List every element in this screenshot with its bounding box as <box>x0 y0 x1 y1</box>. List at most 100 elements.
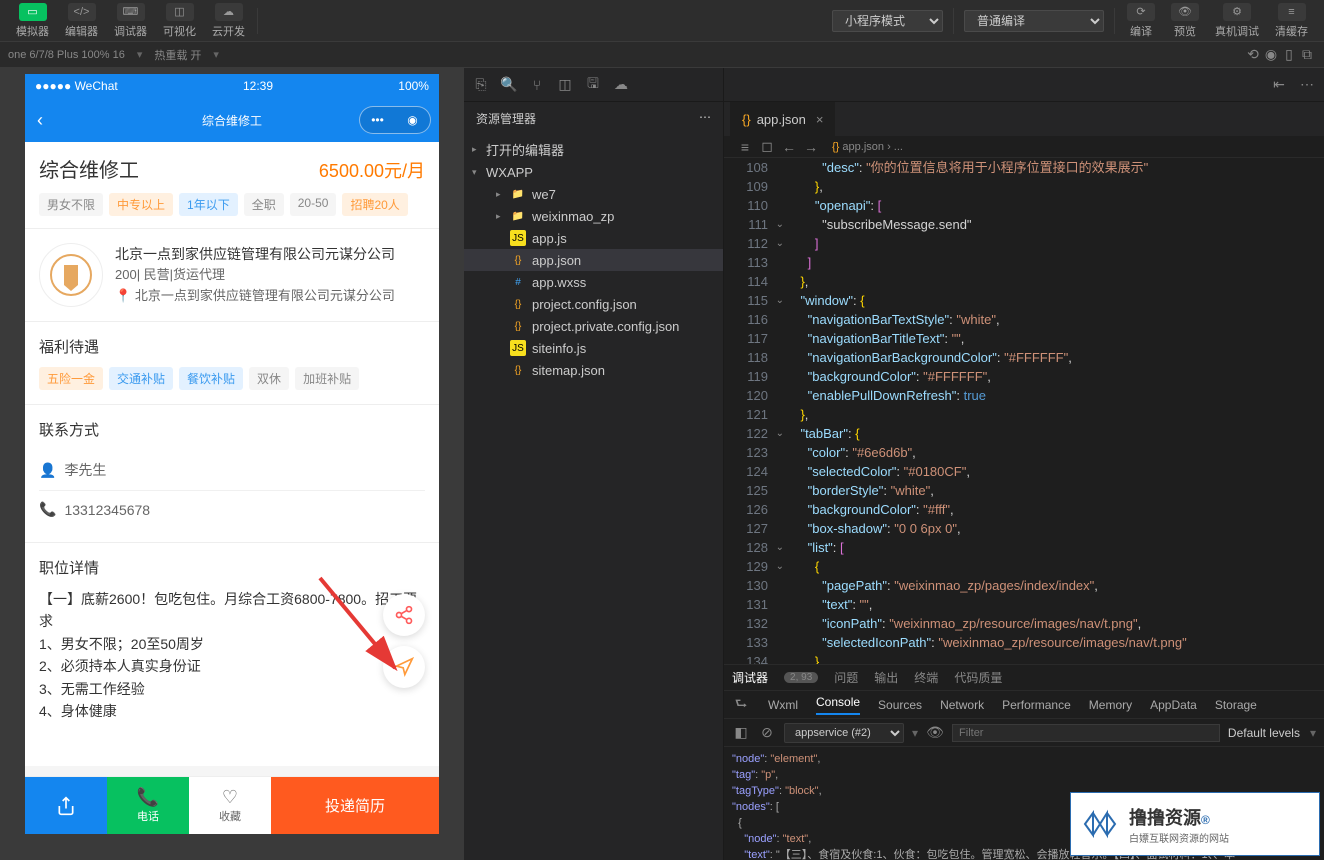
panel-tab-quality[interactable]: 代码质量 <box>954 669 1002 686</box>
share-button[interactable] <box>25 777 107 834</box>
mode-select[interactable]: 小程序模式 <box>832 10 943 32</box>
devtools-tab[interactable]: Console <box>816 695 860 715</box>
remote-debug-button[interactable]: ⚙真机调试 <box>1207 1 1267 41</box>
sidebar-toggle-icon[interactable]: ◧ <box>732 724 750 742</box>
visual-button[interactable]: ◫可视化 <box>155 1 204 41</box>
call-button[interactable]: 📞电话 <box>107 777 189 834</box>
simulator-pane: ●●●●● WeChat 12:39 100% ‹ 综合维修工 •••◉ 综合维… <box>0 68 464 860</box>
context-select[interactable]: appservice (#2) <box>784 723 904 743</box>
editor-tabs: {} app.json × <box>724 102 1324 136</box>
ios-status-bar: ●●●●● WeChat 12:39 100% <box>25 74 439 98</box>
close-circle-icon[interactable]: ◉ <box>405 112 421 128</box>
devtools-tab[interactable]: Wxml <box>768 698 798 712</box>
panel-tab-output[interactable]: 输出 <box>874 669 898 686</box>
carrier-label: ●●●●● WeChat <box>35 79 118 93</box>
split-icon[interactable]: ◫ <box>556 76 574 94</box>
editor-button[interactable]: </>编辑器 <box>57 1 106 41</box>
bookmark-icon[interactable]: ◻ <box>758 138 776 156</box>
file-tree-item[interactable]: {}project.config.json <box>464 293 723 315</box>
bottom-action-bar: 📞电话 ♡收藏 投递简历 <box>25 776 439 834</box>
arrow-left-icon[interactable]: ← <box>780 138 798 156</box>
locate-float-button[interactable] <box>383 646 425 688</box>
job-tag: 招聘20人 <box>342 193 407 216</box>
panel-tab-terminal[interactable]: 终端 <box>914 669 938 686</box>
devtools-tab[interactable]: AppData <box>1150 698 1197 712</box>
clear-cache-button[interactable]: ≡清缓存 <box>1267 1 1316 41</box>
devtools-tab[interactable]: Sources <box>878 698 922 712</box>
capsule[interactable]: ••• ◉ <box>359 106 431 134</box>
refresh-icon[interactable]: ⟲ <box>1244 46 1262 64</box>
company-meta: 200| 民营|货运代理 <box>115 265 425 286</box>
devtools-tab[interactable]: Network <box>940 698 984 712</box>
file-tree-item[interactable]: JSsiteinfo.js <box>464 337 723 359</box>
search-icon[interactable]: 🔍 <box>500 76 518 94</box>
file-tree-item[interactable]: {}sitemap.json <box>464 359 723 381</box>
benefit-tag: 交通补贴 <box>109 367 173 390</box>
job-tag: 1年以下 <box>179 193 238 216</box>
compile-select[interactable]: 普通编译 <box>964 10 1104 32</box>
popout-icon[interactable]: ⧉ <box>1298 46 1316 64</box>
breadcrumb[interactable]: ≡ ◻ ← → {} app.json › ... <box>724 136 1324 158</box>
submit-resume-button[interactable]: 投递简历 <box>271 777 439 834</box>
cloud-button[interactable]: ☁云开发 <box>204 1 253 41</box>
close-tab-icon[interactable]: × <box>816 112 824 127</box>
file-tree-item[interactable]: {}app.json <box>464 249 723 271</box>
menu-icon[interactable]: ••• <box>370 112 386 128</box>
devtools-tab[interactable]: Storage <box>1215 698 1257 712</box>
user-icon: 👤 <box>39 462 56 479</box>
share-float-button[interactable] <box>383 594 425 636</box>
more-editor-icon[interactable]: ⋯ <box>1298 76 1316 94</box>
explorer-header: 资源管理器⋯ <box>464 102 723 135</box>
back-icon[interactable]: ‹ <box>37 110 43 131</box>
inspect-icon[interactable]: ⮑ <box>732 696 750 714</box>
panel-tab-problems[interactable]: 问题 <box>834 669 858 686</box>
filter-input[interactable] <box>952 724 1220 742</box>
preview-button[interactable]: 👁预览 <box>1163 1 1207 41</box>
device-icon[interactable]: ▯ <box>1280 46 1298 64</box>
clear-console-icon[interactable]: ⊘ <box>758 724 776 742</box>
watermark: 撸撸资源® 白嫖互联网资源的网站 <box>1070 792 1320 856</box>
favorite-button[interactable]: ♡收藏 <box>189 777 271 834</box>
opened-editors-section[interactable]: ▸打开的编辑器 <box>464 137 723 162</box>
list-icon[interactable]: ≡ <box>736 138 754 156</box>
job-tag: 男女不限 <box>39 193 103 216</box>
company-card[interactable]: 北京一点到家供应链管理有限公司元谋分公司 200| 民营|货运代理 📍 北京一点… <box>25 229 439 322</box>
file-tree-item[interactable]: ▸📁we7 <box>464 183 723 205</box>
job-title: 综合维修工 <box>39 154 139 183</box>
import-icon[interactable]: ⇤ <box>1270 76 1288 94</box>
top-toolbar: ▭模拟器 </>编辑器 ⌨调试器 ◫可视化 ☁云开发 小程序模式 普通编译 ⟳编… <box>0 0 1324 42</box>
simulator-button[interactable]: ▭模拟器 <box>8 1 57 41</box>
file-tree-item[interactable]: JSapp.js <box>464 227 723 249</box>
device-bar: one 6/7/8 Plus 100% 16 ▾ 热重载 开 ▾ ⟲ ◉ ▯ ⧉ <box>0 42 1324 68</box>
project-section[interactable]: ▾WXAPP <box>464 162 723 183</box>
debugger-button[interactable]: ⌨调试器 <box>106 1 155 41</box>
save-icon[interactable]: 🖫 <box>584 76 602 94</box>
more-icon[interactable]: ⋯ <box>699 110 711 127</box>
arrow-right-icon[interactable]: → <box>802 138 820 156</box>
panel-tab-debugger[interactable]: 调试器 <box>732 669 768 686</box>
device-selector[interactable]: one 6/7/8 Plus 100% 16 <box>8 49 125 61</box>
hot-reload-toggle[interactable]: 热重载 开 <box>154 47 201 63</box>
battery-label: 100% <box>398 79 429 93</box>
cloud-icon[interactable]: ☁ <box>612 76 630 94</box>
benefit-tag: 餐饮补贴 <box>179 367 243 390</box>
devtools-tab[interactable]: Memory <box>1089 698 1132 712</box>
levels-select[interactable]: Default levels <box>1228 726 1300 740</box>
files-icon[interactable]: ⎘ <box>472 76 490 94</box>
benefit-tag: 五险一金 <box>39 367 103 390</box>
explorer-pane: ⎘ 🔍 ⑂ ◫ 🖫 ☁ 资源管理器⋯ ▸打开的编辑器 ▾WXAPP ▸📁we7▸… <box>464 68 724 860</box>
devtools-tab[interactable]: Performance <box>1002 698 1071 712</box>
record-icon[interactable]: ◉ <box>1262 46 1280 64</box>
editor-pane: ⇤ ⋯ {} app.json × ≡ ◻ ← → {} app.json › … <box>724 68 1324 860</box>
compile-button[interactable]: ⟳编译 <box>1119 1 1163 41</box>
file-tree-item[interactable]: #app.wxss <box>464 271 723 293</box>
git-icon[interactable]: ⑂ <box>528 76 546 94</box>
file-tree-item[interactable]: ▸📁weixinmao_zp <box>464 205 723 227</box>
code-editor[interactable]: 108109110111⌄112⌄113114115⌄1161171181191… <box>724 158 1324 664</box>
eye-icon[interactable]: 👁 <box>926 724 944 742</box>
job-tag: 20-50 <box>290 193 337 216</box>
file-tree-item[interactable]: {}project.private.config.json <box>464 315 723 337</box>
file-tab[interactable]: {} app.json × <box>730 102 836 136</box>
contact-phone[interactable]: 📞13312345678 <box>39 491 425 528</box>
benefits-title: 福利待遇 <box>39 336 425 357</box>
